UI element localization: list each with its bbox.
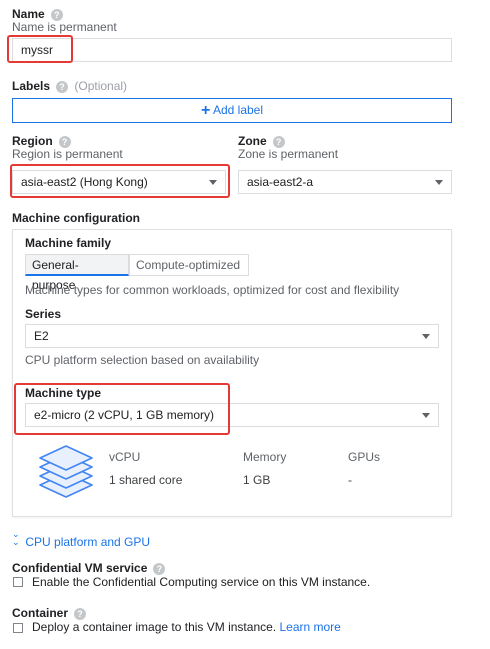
confidential-vm-checkbox-label: Enable the Confidential Computing servic… [32,575,371,589]
cpu-platform-link-text: CPU platform and GPU [25,535,151,549]
spec-header-memory: Memory [243,450,287,464]
series-select[interactable]: E2 [25,324,439,348]
machine-stack-icon [36,443,96,501]
highlight-box-name [7,35,73,63]
cpu-platform-toggle[interactable]: ⌄ ⌄ CPU platform and GPU [12,529,151,550]
container-checkbox-label: Deploy a container image to this VM inst… [32,620,277,634]
region-label: Region [12,134,53,148]
zone-hint: Zone is permanent [238,147,339,161]
tab-compute-optimized[interactable]: Compute-optimized [129,254,249,276]
machine-family-label: Machine family [25,236,112,250]
help-icon[interactable]: ? [153,562,166,575]
learn-more-link[interactable]: Learn more [279,620,340,634]
confidential-vm-label: Confidential VM service [12,561,148,575]
spec-header-vcpu: vCPU [109,450,141,464]
spec-value-memory: 1 GB [243,473,271,487]
region-hint: Region is permanent [12,147,123,161]
spec-value-gpus: - [348,473,352,487]
series-label: Series [25,307,62,321]
name-hint: Name is permanent [12,20,117,34]
confidential-vm-checkbox[interactable] [13,577,23,587]
add-label-text: Add label [212,103,264,117]
dropdown-arrow-icon [422,413,430,418]
dropdown-arrow-icon [422,334,430,339]
series-hint: CPU platform selection based on availabi… [25,353,260,367]
dropdown-arrow-icon [435,180,443,185]
zone-select[interactable]: asia-east2-a [238,170,452,194]
zone-value: asia-east2-a [247,175,314,189]
labels-label: Labels [12,79,51,93]
tab-general-purpose[interactable]: General-purpose [25,254,129,292]
labels-optional: (Optional) [74,79,128,93]
plus-icon: + [200,102,211,119]
machine-config-title: Machine configuration [12,211,141,225]
help-icon[interactable]: ? [56,80,69,93]
machine-family-description: Machine types for common workloads, opti… [25,283,400,297]
series-value: E2 [34,329,49,343]
container-checkbox[interactable] [13,623,23,633]
add-label-button[interactable]: + Add label [12,98,452,123]
container-label: Container [12,606,69,620]
help-icon[interactable]: ? [74,607,87,620]
name-label: Name [12,7,45,21]
name-input[interactable]: myssr [12,38,452,62]
highlight-box-region [10,164,230,198]
spec-header-gpus: GPUs [348,450,381,464]
spec-value-vcpu: 1 shared core [109,473,183,487]
highlight-box-machine-type [14,383,230,435]
double-chevron-down-icon: ⌄ ⌄ [12,529,20,547]
zone-label: Zone [238,134,267,148]
